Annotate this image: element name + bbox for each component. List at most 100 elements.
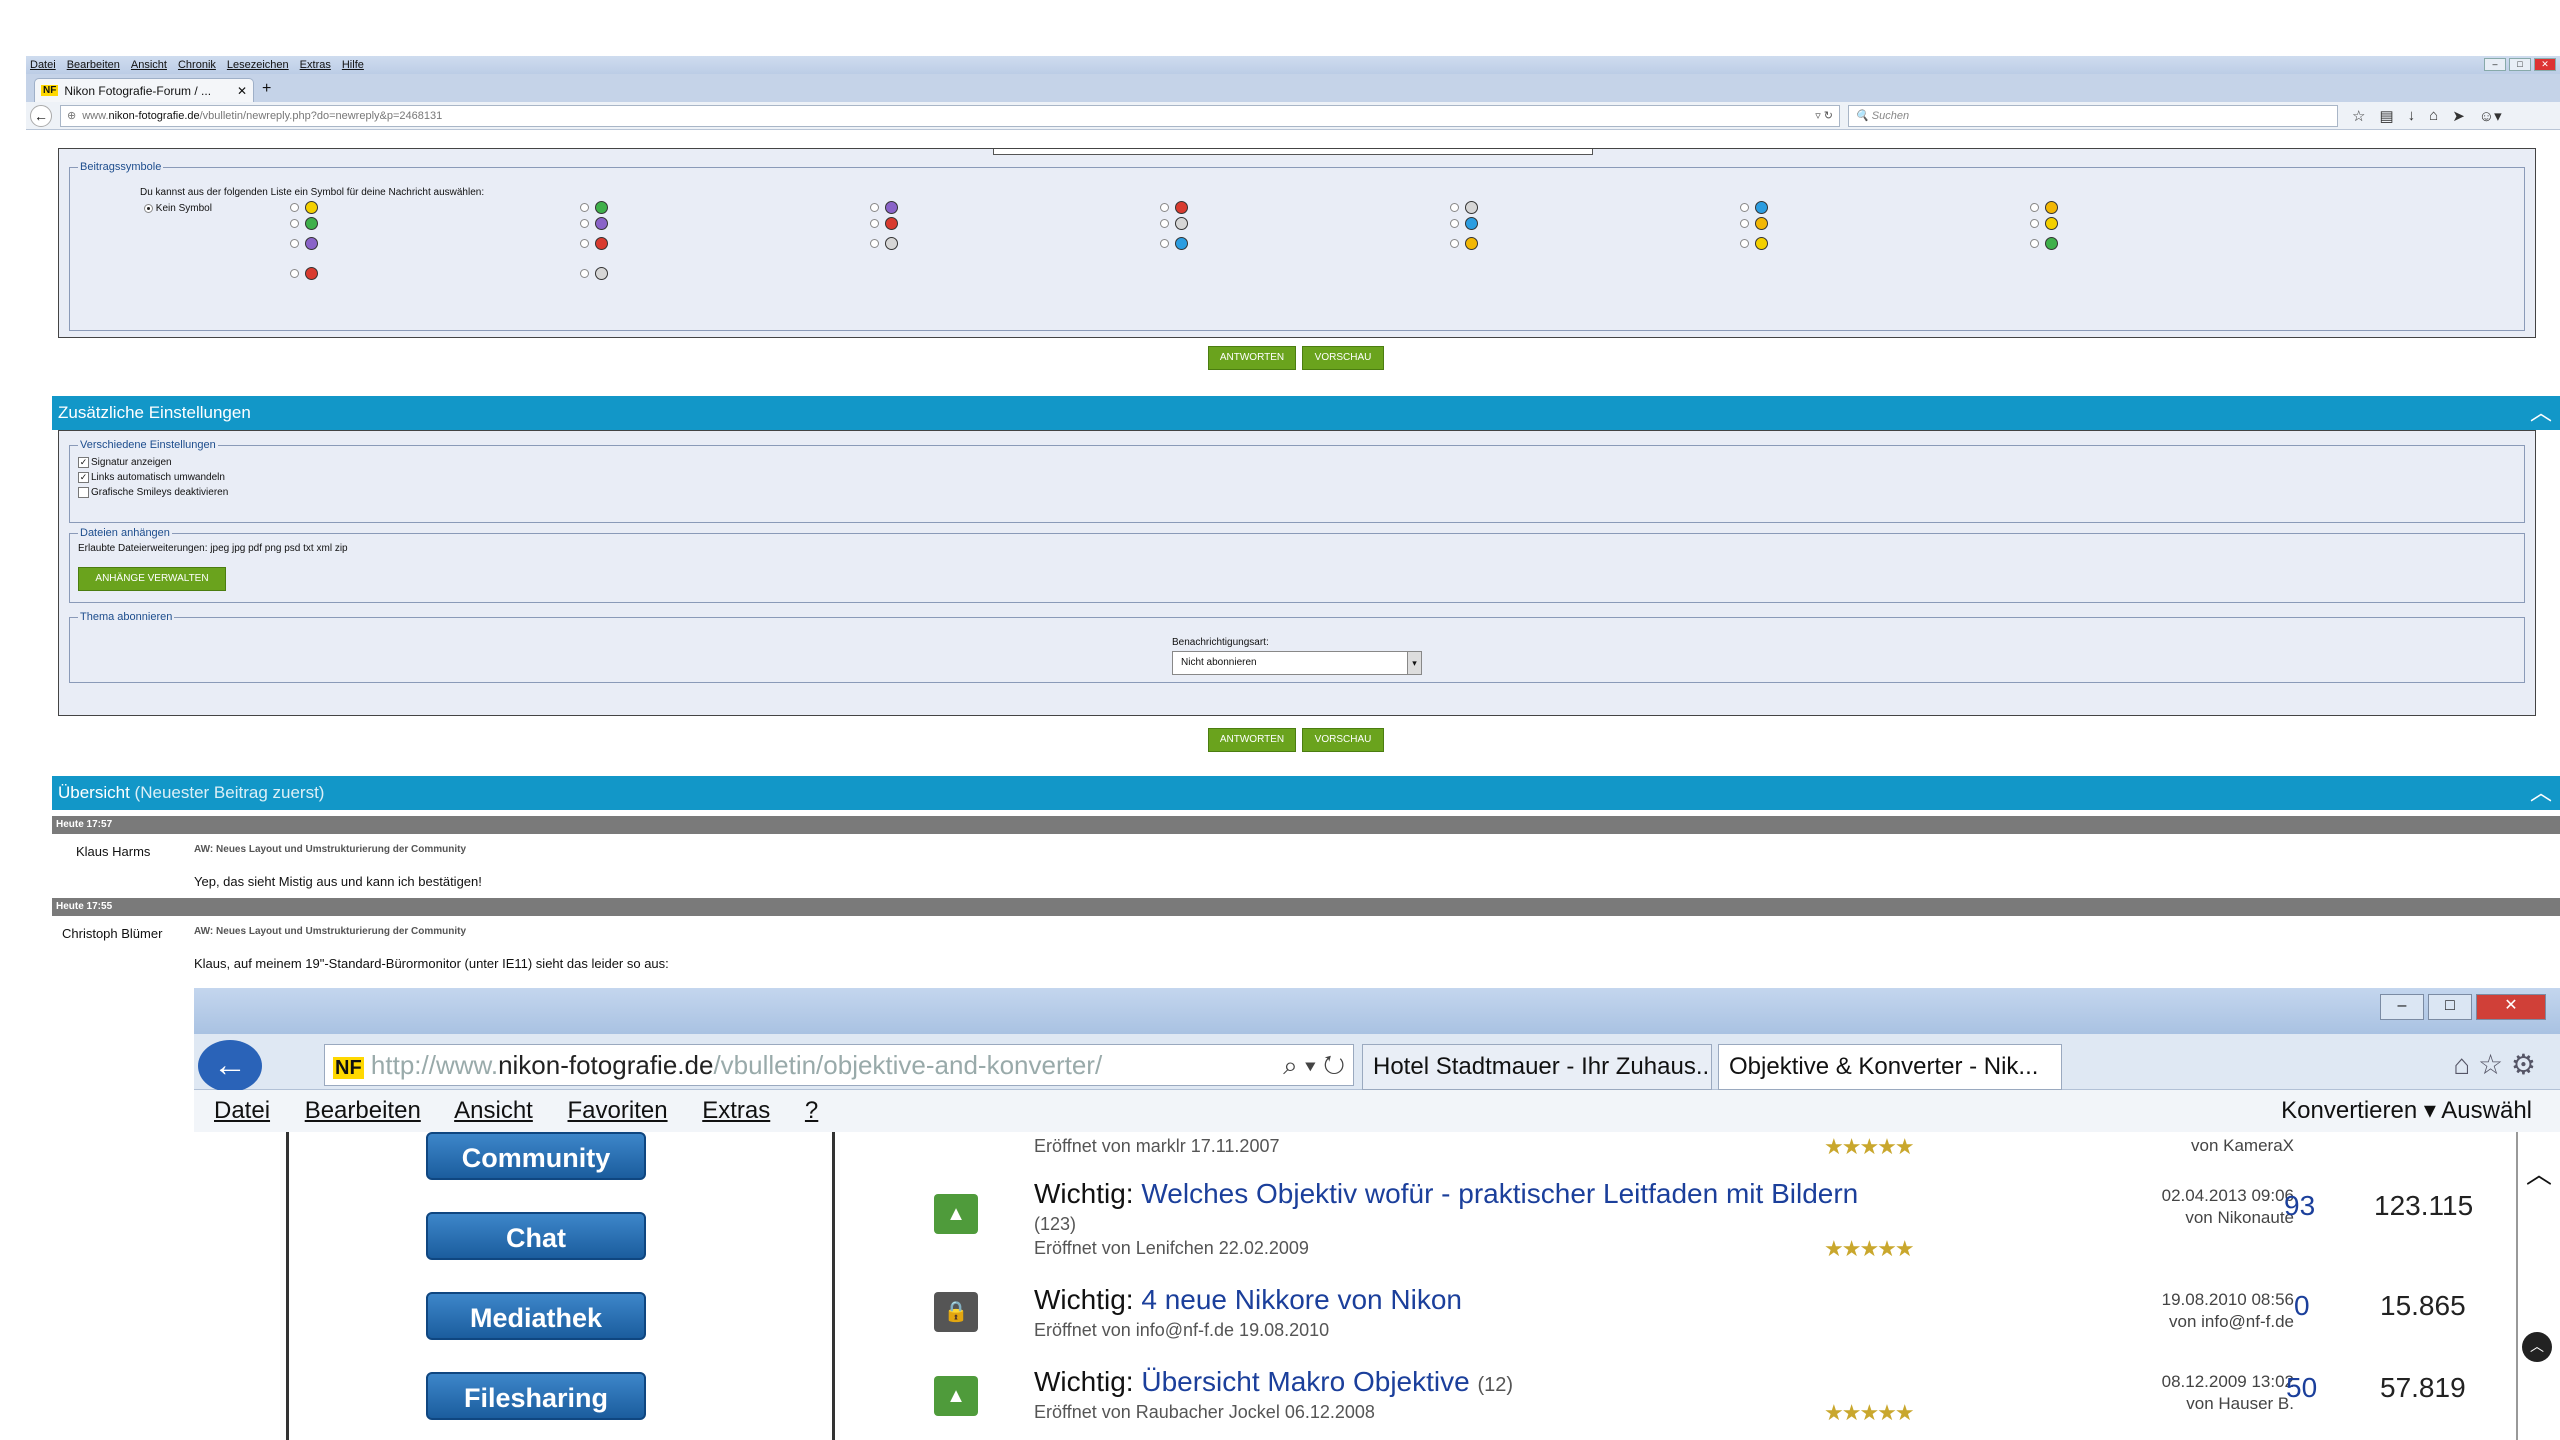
angry-icon: [305, 237, 318, 250]
search-input[interactable]: 🔍 Suchen: [1848, 104, 2338, 127]
post-icon-option[interactable]: [1450, 237, 1478, 250]
no-icon-option[interactable]: Kein Symbol: [144, 203, 212, 214]
post-author[interactable]: Christoph Blümer: [62, 926, 162, 941]
option-smileys[interactable]: Grafische Smileys deaktivieren: [78, 487, 2516, 498]
post-icon-option[interactable]: [580, 237, 608, 250]
embedded-screenshot: – □ ✕ ← NF http://www.nikon-fotografie.d…: [194, 988, 2560, 1440]
option-links[interactable]: ✓ Links automatisch umwandeln: [78, 472, 2516, 483]
post-icon-option[interactable]: [1740, 201, 1768, 214]
reading-list-icon[interactable]: ▤: [2379, 107, 2393, 125]
close-tab-icon[interactable]: ✕: [237, 84, 247, 98]
minimize-button[interactable]: –: [2484, 58, 2506, 71]
post-icon-option[interactable]: [1740, 217, 1768, 230]
post-icon-radio[interactable]: [1450, 219, 1459, 228]
screenshot-forum-content: Community Chat Mediathek Filesharing Erö…: [194, 1132, 2560, 1440]
collapse-chevron-icon[interactable]: ︿: [2530, 776, 2552, 810]
no-icon-radio[interactable]: [144, 203, 153, 213]
download-icon[interactable]: ↓: [2408, 107, 2416, 125]
mad-icon: [305, 267, 318, 280]
post-icon-option[interactable]: [1450, 217, 1478, 230]
post-icon-option[interactable]: [870, 201, 898, 214]
post-icon-radio[interactable]: [1740, 219, 1749, 228]
reply-button-1[interactable]: ANTWORTEN: [1208, 346, 1296, 370]
post-icon-option[interactable]: [870, 217, 898, 230]
screenshot-address-bar: NF http://www.nikon-fotografie.de/vbulle…: [324, 1044, 1354, 1086]
post-icon-radio[interactable]: [290, 269, 299, 278]
post-icon-radio[interactable]: [1160, 239, 1169, 248]
screenshot-nav-community: Community: [426, 1132, 646, 1180]
post-icon-option[interactable]: [1450, 201, 1478, 214]
reply-button-2[interactable]: ANTWORTEN: [1208, 728, 1296, 752]
post-icon-option[interactable]: [580, 217, 608, 230]
post-icon-radio[interactable]: [580, 203, 589, 212]
send-icon[interactable]: ➤: [2452, 107, 2465, 125]
dropdown-arrow-icon[interactable]: ▾: [1407, 652, 1421, 674]
post-icon-option[interactable]: [1160, 201, 1188, 214]
bookmark-star-icon[interactable]: ☆: [2352, 107, 2365, 125]
post-icon-radio[interactable]: [1160, 203, 1169, 212]
post-icon-radio[interactable]: [2030, 219, 2039, 228]
menu-datei[interactable]: Datei: [30, 59, 56, 71]
post-icon-radio[interactable]: [1740, 239, 1749, 248]
post-icon-option[interactable]: [1160, 217, 1188, 230]
menu-chronik[interactable]: Chronik: [178, 59, 216, 71]
menu-extras[interactable]: Extras: [300, 59, 331, 71]
post-icon-option[interactable]: [290, 267, 318, 280]
maximize-button[interactable]: □: [2509, 58, 2531, 71]
post-icon-radio[interactable]: [870, 219, 879, 228]
post-icon-radio[interactable]: [1450, 203, 1459, 212]
preview-button-2[interactable]: VORSCHAU: [1302, 728, 1384, 752]
post-icon-option[interactable]: [1160, 237, 1188, 250]
option-signature[interactable]: ✓ Signatur anzeigen: [78, 457, 2516, 468]
post-icon-radio[interactable]: [870, 239, 879, 248]
post-icon-option[interactable]: [290, 201, 318, 214]
post-icon-radio[interactable]: [1740, 203, 1749, 212]
additional-settings-header[interactable]: Zusätzliche Einstellungen ︿: [52, 396, 2560, 430]
signature-checkbox[interactable]: ✓: [78, 457, 89, 468]
post-icon-radio[interactable]: [2030, 203, 2039, 212]
post-icon-radio[interactable]: [2030, 239, 2039, 248]
close-window-button[interactable]: ✕: [2534, 58, 2556, 71]
smile-icon: [1755, 237, 1768, 250]
post-icon-radio[interactable]: [1450, 239, 1459, 248]
tab-nikon-forum[interactable]: NF Nikon Fotografie-Forum / ... ✕: [34, 78, 254, 102]
collapse-chevron-icon[interactable]: ︿: [2530, 396, 2552, 430]
post-icon-option[interactable]: [870, 237, 898, 250]
post-icon-radio[interactable]: [580, 269, 589, 278]
post-icon-option[interactable]: [290, 217, 318, 230]
menu-hilfe[interactable]: Hilfe: [342, 59, 364, 71]
post-icon-radio[interactable]: [1160, 219, 1169, 228]
links-checkbox[interactable]: ✓: [78, 472, 89, 484]
home-icon[interactable]: ⌂: [2429, 107, 2438, 125]
post-icon-option[interactable]: [290, 237, 318, 250]
overview-header[interactable]: Übersicht (Neuester Beitrag zuerst) ︿: [52, 776, 2560, 810]
reload-icon[interactable]: ▿ ↻: [1815, 109, 1833, 122]
post-icon-option[interactable]: [1740, 237, 1768, 250]
menu-ansicht[interactable]: Ansicht: [131, 59, 167, 71]
post-icon-option[interactable]: [2030, 201, 2058, 214]
menu-bearbeiten[interactable]: Bearbeiten: [67, 59, 120, 71]
menu-icon[interactable]: ☺▾: [2479, 107, 2502, 125]
preview-button-1[interactable]: VORSCHAU: [1302, 346, 1384, 370]
post-icon-radio[interactable]: [290, 203, 299, 212]
post-title: AW: Neues Layout und Umstrukturierung de…: [194, 926, 467, 937]
new-tab-button[interactable]: +: [262, 80, 271, 98]
post-icon-option[interactable]: [2030, 237, 2058, 250]
notify-select[interactable]: Nicht abonnieren ▾: [1172, 651, 1422, 675]
allowed-extensions: Erlaubte Dateierweiterungen: jpeg jpg pd…: [78, 543, 348, 554]
post-icon-option[interactable]: [580, 201, 608, 214]
smileys-checkbox[interactable]: [78, 487, 89, 499]
post-icon-option[interactable]: [580, 267, 608, 280]
post-icon-radio[interactable]: [290, 219, 299, 228]
post-icon-option[interactable]: [2030, 217, 2058, 230]
back-button[interactable]: ←: [30, 104, 52, 127]
post-icon-radio[interactable]: [290, 239, 299, 248]
post-icon-radio[interactable]: [580, 239, 589, 248]
menu-lesezeichen[interactable]: Lesezeichen: [227, 59, 289, 71]
address-bar[interactable]: ⊕ www.nikon-fotografie.de/vbulletin/newr…: [60, 104, 1840, 127]
post-icon-radio[interactable]: [580, 219, 589, 228]
post-author[interactable]: Klaus Harms: [76, 844, 150, 859]
manage-attachments-button[interactable]: ANHÄNGE VERWALTEN: [78, 567, 226, 591]
favicon-nf: NF: [41, 85, 59, 96]
post-icon-radio[interactable]: [870, 203, 879, 212]
